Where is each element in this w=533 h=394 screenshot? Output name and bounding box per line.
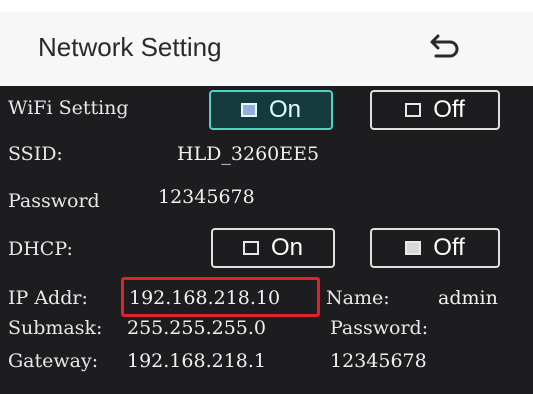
gateway-value[interactable]: 192.168.218.1: [127, 350, 266, 372]
wifi-password-value: 12345678: [158, 186, 255, 208]
return-arrow-icon[interactable]: [428, 28, 462, 62]
wifi-off-label: Off: [433, 96, 465, 123]
header-bar: Network Setting: [0, 0, 533, 86]
wifi-off-button[interactable]: Off: [370, 90, 500, 130]
square-indicator-icon: [405, 241, 422, 255]
ssid-value: HLD_3260EE5: [177, 143, 320, 165]
dhcp-off-label: Off: [433, 234, 465, 261]
login-password-label: Password:: [330, 317, 429, 339]
gateway-label: Gateway:: [8, 350, 99, 372]
wifi-on-button[interactable]: On: [209, 90, 333, 130]
dhcp-on-button[interactable]: On: [211, 228, 335, 268]
network-setting-screen: Network Setting WiFi Setting On Off SSID…: [0, 0, 533, 394]
square-indicator-icon: [405, 103, 422, 117]
dhcp-on-label: On: [270, 234, 303, 261]
name-value[interactable]: admin: [438, 287, 498, 309]
ssid-label: SSID:: [8, 143, 63, 165]
square-indicator-icon: [240, 103, 257, 117]
page-title: Network Setting: [38, 32, 222, 62]
name-label: Name:: [326, 287, 390, 309]
ip-addr-label: IP Addr:: [8, 287, 88, 309]
square-indicator-icon: [242, 241, 259, 255]
submask-value[interactable]: 255.255.255.0: [127, 317, 266, 339]
wifi-password-label: Password: [8, 190, 100, 212]
dhcp-label: DHCP:: [8, 238, 73, 260]
login-password-value[interactable]: 12345678: [330, 350, 427, 372]
submask-label: Submask:: [8, 317, 103, 339]
dhcp-off-button[interactable]: Off: [370, 228, 500, 268]
top-strip: [0, 0, 533, 12]
wifi-on-label: On: [268, 96, 301, 123]
wifi-setting-label: WiFi Setting: [8, 97, 129, 119]
ip-addr-value[interactable]: 192.168.218.10: [129, 287, 280, 309]
